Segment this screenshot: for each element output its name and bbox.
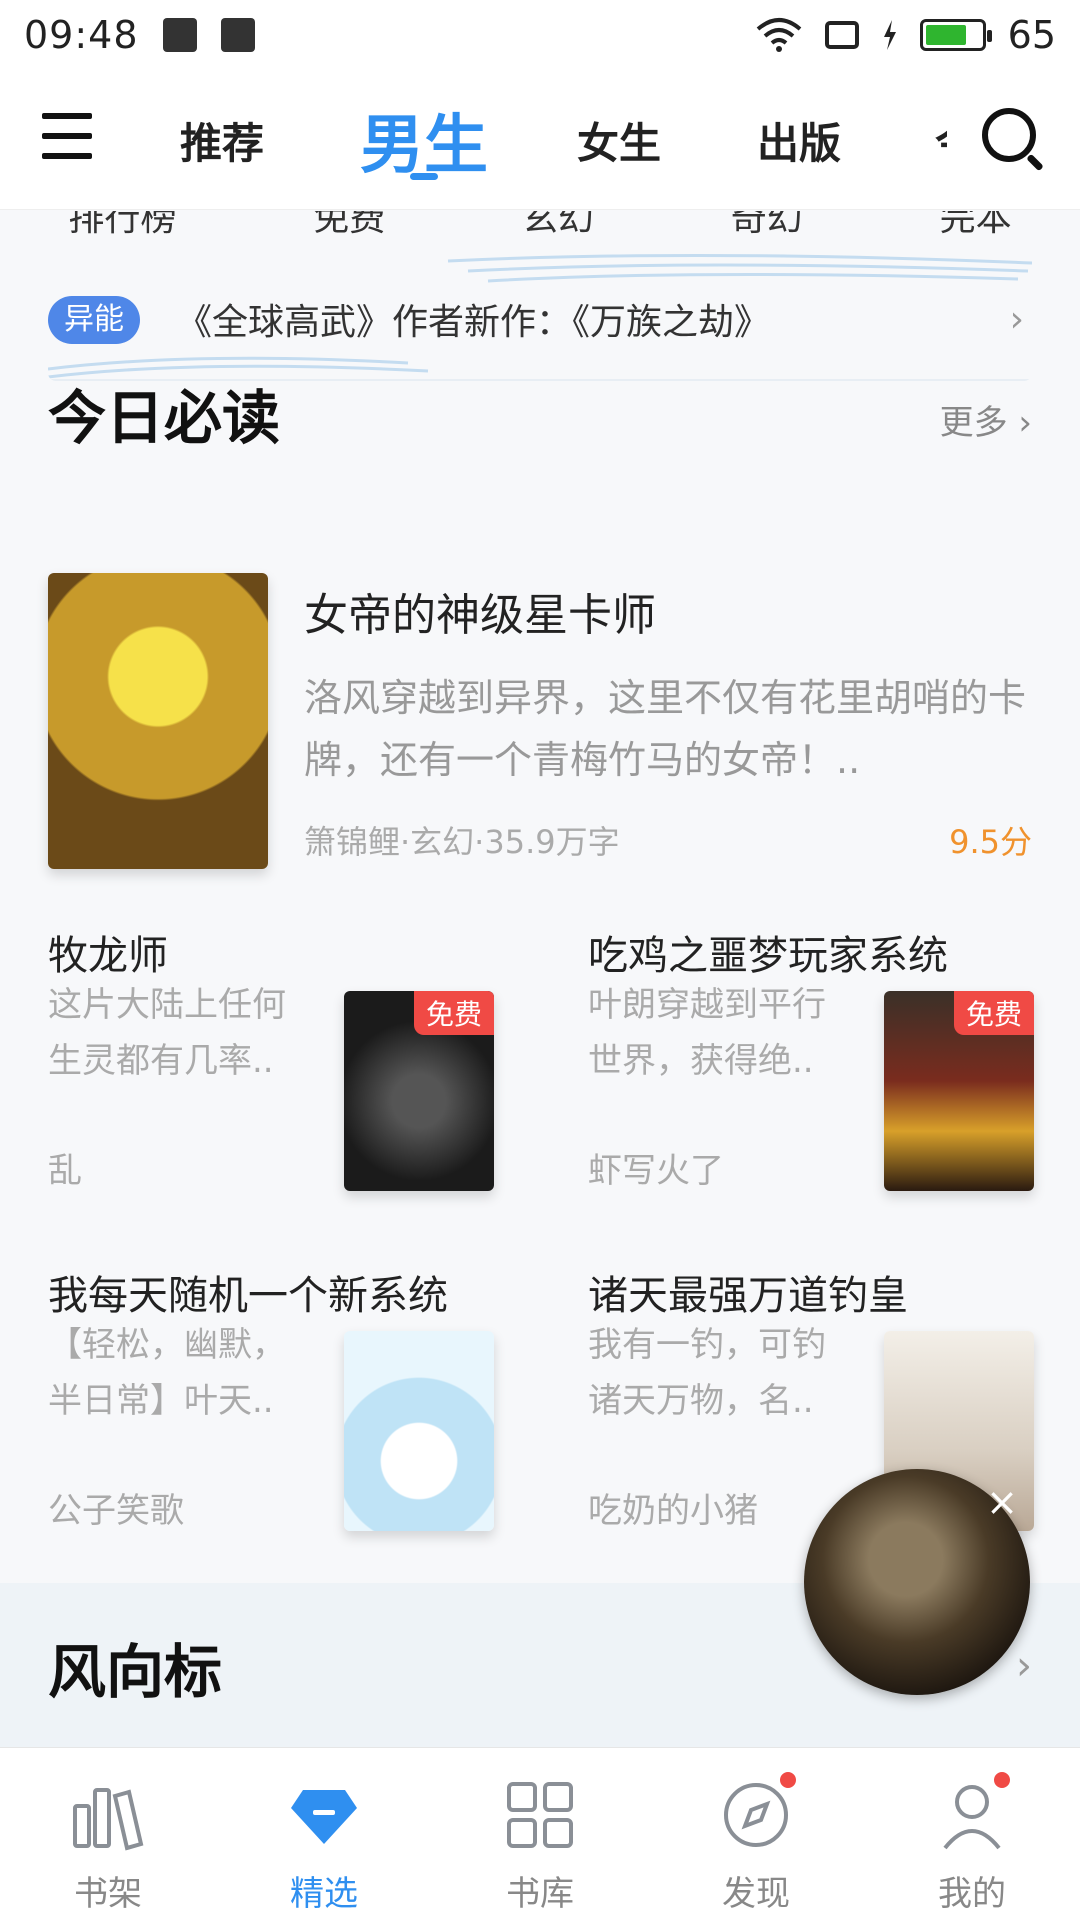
battery-percent: 65: [1007, 13, 1056, 57]
chevron-right-icon: ›: [1018, 403, 1032, 443]
bookshelf-icon: [73, 1788, 144, 1851]
book-desc: 洛风穿越到异界，这里不仅有花里胡哨的卡牌，还有一个青梅竹马的女帝！..: [304, 676, 1027, 782]
book-cover: [344, 1331, 494, 1531]
book-author: 吃奶的小猪: [588, 1491, 758, 1531]
category-free[interactable]: 免费: [313, 211, 385, 241]
menu-icon: [42, 113, 92, 119]
banner-text: 《全球高武》作者新作：《万族之劫》: [176, 302, 771, 343]
tab-label: 精选: [290, 1874, 358, 1914]
book-score: 9.5分: [949, 823, 1032, 861]
notification-dot: [778, 1770, 798, 1790]
book-card[interactable]: 吃鸡之噩梦玩家系统 叶朗穿越到平行世界，获得绝.. 虾写火了 免费: [588, 923, 1034, 1193]
book-meta: 箫锦鲤·玄幻·35.9万字: [304, 823, 620, 861]
book-author: 公子笑歌: [48, 1491, 184, 1531]
tab-partial[interactable]: 今: [935, 70, 947, 210]
status-time: 09:48: [24, 13, 139, 57]
book-cover: [48, 573, 268, 869]
app-screen: 09:48 65 推荐 男生 女生 出版 今: [0, 0, 1080, 1920]
book-title: 女帝的神级星卡师: [304, 590, 656, 641]
tab-bookshelf[interactable]: 书架: [0, 1748, 216, 1920]
section-title-today: 今日必读: [48, 384, 281, 452]
menu-button[interactable]: [42, 113, 92, 161]
tab-me[interactable]: 我的: [864, 1748, 1080, 1920]
book-title: 吃鸡之噩梦玩家系统: [588, 933, 948, 979]
free-badge: 免费: [413, 991, 494, 1035]
book-card[interactable]: 我每天随机一个新系统 【轻松，幽默，半日常】叶天.. 公子笑歌: [48, 1263, 494, 1533]
grid-icon: [507, 1782, 573, 1848]
book-author: 虾写火了: [588, 1151, 724, 1191]
tab-library[interactable]: 书库: [432, 1748, 648, 1920]
banner-tag: 异能: [48, 296, 140, 344]
book-card[interactable]: 牧龙师 这片大陆上任何生灵都有几率.. 乱 免费: [48, 923, 494, 1193]
tab-male[interactable]: 男生: [360, 70, 488, 210]
bottom-tabbar: 书架 精选 书库 发现 我的: [0, 1747, 1080, 1920]
charging-icon: [883, 20, 896, 50]
more-link[interactable]: 更多 ›: [940, 395, 1032, 444]
category-row: 排行榜 免费 玄幻 奇幻 完本: [0, 211, 1080, 241]
top-nav: 推荐 男生 女生 出版 今: [0, 70, 1080, 210]
screen-icon: [824, 21, 859, 49]
tab-label: 书架: [74, 1874, 142, 1914]
category-finished[interactable]: 完本: [940, 211, 1012, 241]
search-button[interactable]: [980, 106, 1044, 172]
tab-label: 我的: [938, 1874, 1006, 1914]
category-ranking[interactable]: 排行榜: [68, 211, 176, 241]
chevron-right-icon: ›: [1009, 299, 1024, 340]
featured-book[interactable]: 女帝的神级星卡师 洛风穿越到异界，这里不仅有花里胡哨的卡牌，还有一个青梅竹马的女…: [48, 573, 1032, 873]
tab-label: 发现: [722, 1874, 790, 1914]
status-bar: 09:48 65: [0, 0, 1080, 70]
chevron-right-icon[interactable]: ›: [1016, 1643, 1032, 1689]
book-cover: 免费: [344, 991, 494, 1191]
close-icon[interactable]: ×: [980, 1480, 1024, 1524]
diamond-icon: [291, 1790, 357, 1844]
book-desc: 我有一钓，可钓诸天万物，名..: [588, 1325, 826, 1421]
tab-featured[interactable]: 精选: [216, 1748, 432, 1920]
tab-publish[interactable]: 出版: [757, 70, 841, 210]
more-label: 更多: [939, 403, 1008, 443]
book-desc: 【轻松，幽默，半日常】叶天..: [48, 1325, 286, 1421]
qq-notification-icon: [220, 18, 255, 52]
tab-label: 书库: [506, 1874, 574, 1914]
book-title: 诸天最强万道钓皇: [588, 1273, 908, 1319]
upload-notification-icon: [162, 18, 197, 52]
category-qihuan[interactable]: 奇幻: [731, 211, 803, 241]
free-badge: 免费: [953, 991, 1034, 1035]
section-title-wind: 风向标: [48, 1638, 223, 1706]
tab-recommend[interactable]: 推荐: [180, 70, 264, 210]
promo-banner[interactable]: 异能 《全球高武》作者新作：《万族之劫》 ›: [48, 251, 1032, 381]
notification-dot: [992, 1770, 1012, 1790]
book-author: 乱: [48, 1151, 82, 1191]
category-xuanhuan[interactable]: 玄幻: [522, 211, 594, 241]
book-desc: 这片大陆上任何生灵都有几率..: [48, 985, 286, 1081]
book-title: 牧龙师: [48, 933, 168, 979]
tab-discover[interactable]: 发现: [648, 1748, 864, 1920]
compass-icon: [724, 1783, 788, 1847]
book-cover: 免费: [884, 991, 1034, 1191]
book-desc: 叶朗穿越到平行世界，获得绝..: [588, 985, 826, 1081]
search-icon: [982, 108, 1036, 162]
book-title: 我每天随机一个新系统: [48, 1273, 448, 1319]
battery-icon: [919, 19, 992, 51]
tab-female[interactable]: 女生: [577, 70, 661, 210]
wifi-icon: [756, 18, 801, 52]
